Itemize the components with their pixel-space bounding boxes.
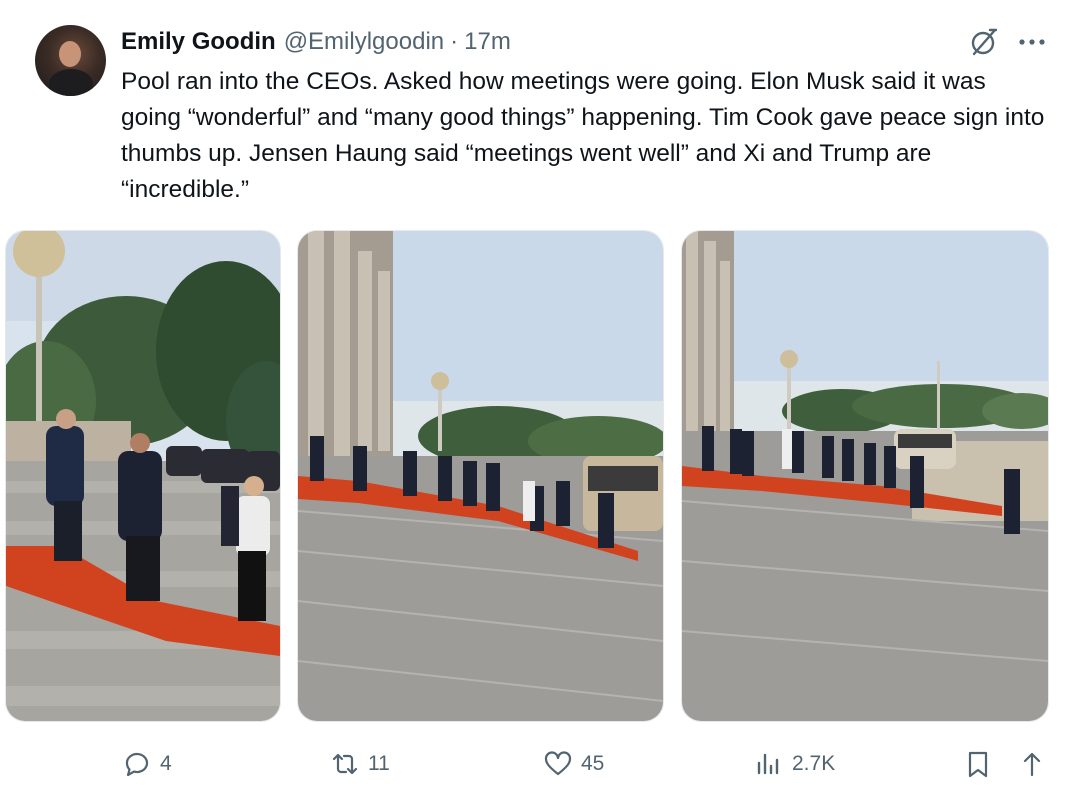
views-icon [757,753,779,775]
photo-steps-wide[interactable] [681,230,1049,722]
views-button[interactable]: 2.7K [754,740,835,788]
author-handle[interactable]: @Emilylgoodin [284,28,444,56]
grok-icon[interactable] [968,26,1000,58]
avatar[interactable] [35,25,106,96]
more-icon[interactable] [1015,26,1049,58]
bookmark-button[interactable] [963,740,1001,788]
tweet-header: Emily Goodin @Emilylgoodin · 17m [121,26,511,58]
reply-count: 4 [160,752,172,775]
avatar-shoulder [49,69,93,96]
avatar-face [59,41,81,67]
photo-hall-columns[interactable] [297,230,664,722]
photo-steps-closeup[interactable] [5,230,281,722]
tweet-actions: 4 11 45 2.7K [0,740,1080,790]
tweet-text: Pool ran into the CEOs. Asked how meetin… [121,68,1045,203]
share-button[interactable] [1017,740,1055,788]
share-icon [1023,752,1041,777]
views-count: 2.7K [792,752,836,775]
separator-dot: · [450,28,459,55]
author-name[interactable]: Emily Goodin [121,28,276,56]
tweet[interactable]: Emily Goodin @Emilylgoodin · 17m Pool ra… [0,0,1080,807]
like-button[interactable]: 45 [543,740,604,788]
retweet-button[interactable]: 11 [330,740,390,788]
retweet-icon [332,753,358,775]
reply-icon [125,752,149,777]
timestamp[interactable]: 17m [464,28,511,56]
reply-button[interactable]: 4 [122,740,172,788]
retweet-count: 11 [368,752,390,775]
heart-icon [544,751,572,776]
like-count: 45 [581,752,605,775]
bookmark-icon [968,751,988,778]
